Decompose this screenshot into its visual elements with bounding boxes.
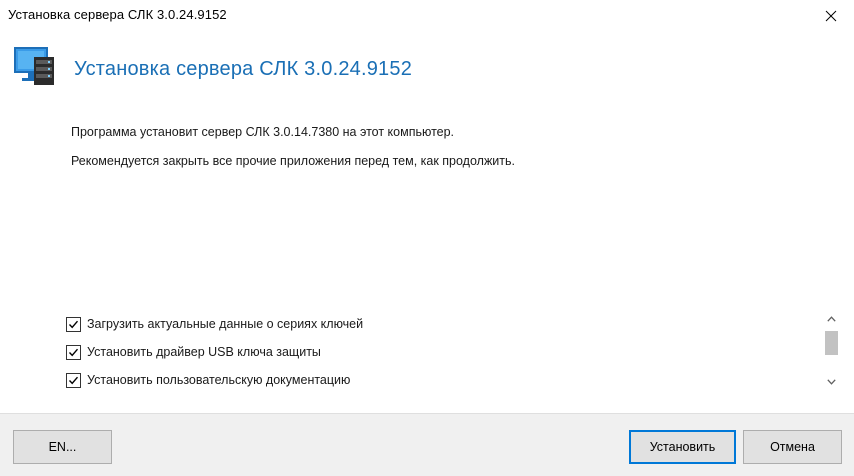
option-label: Загрузить актуальные данные о сериях клю… (87, 317, 364, 331)
options-scrollbar[interactable] (823, 310, 840, 390)
option-install-docs[interactable]: Установить пользовательскую документацию (66, 370, 350, 390)
footer-bar: EN... Установить Отмена (0, 413, 854, 476)
checkmark-icon (68, 376, 79, 384)
checkmark-icon (68, 348, 79, 356)
title-bar: Установка сервера СЛК 3.0.24.9152 (0, 0, 854, 31)
scroll-up-button[interactable] (823, 310, 840, 327)
close-icon (825, 10, 837, 21)
server-monitor-icon (13, 45, 55, 87)
checkbox[interactable] (66, 316, 81, 332)
window-title: Установка сервера СЛК 3.0.24.9152 (8, 7, 227, 22)
option-label: Установить драйвер USB ключа защиты (87, 345, 321, 359)
recommendation-message: Рекомендуется закрыть все прочие приложе… (71, 154, 515, 168)
option-download-key-data[interactable]: Загрузить актуальные данные о сериях клю… (66, 314, 363, 334)
language-button[interactable]: EN... (13, 430, 112, 464)
option-install-usb-driver[interactable]: Установить драйвер USB ключа защиты (66, 342, 321, 362)
scroll-thumb[interactable] (825, 331, 838, 355)
scroll-down-button[interactable] (823, 373, 840, 390)
page-title: Установка сервера СЛК 3.0.24.9152 (74, 58, 413, 80)
options-list: Загрузить актуальные данные о сериях клю… (66, 310, 816, 398)
checkbox[interactable] (66, 344, 81, 360)
install-message: Программа установит сервер СЛК 3.0.14.73… (71, 125, 455, 139)
chevron-up-icon (827, 315, 836, 322)
close-button[interactable] (808, 0, 854, 31)
chevron-down-icon (827, 378, 836, 385)
checkbox[interactable] (66, 372, 81, 388)
install-button[interactable]: Установить (629, 430, 736, 464)
cancel-button[interactable]: Отмена (743, 430, 842, 464)
installer-window: Установка сервера СЛК 3.0.24.9152 Устано… (0, 0, 854, 476)
checkmark-icon (68, 320, 79, 328)
option-label: Установить пользовательскую документацию (87, 373, 351, 387)
